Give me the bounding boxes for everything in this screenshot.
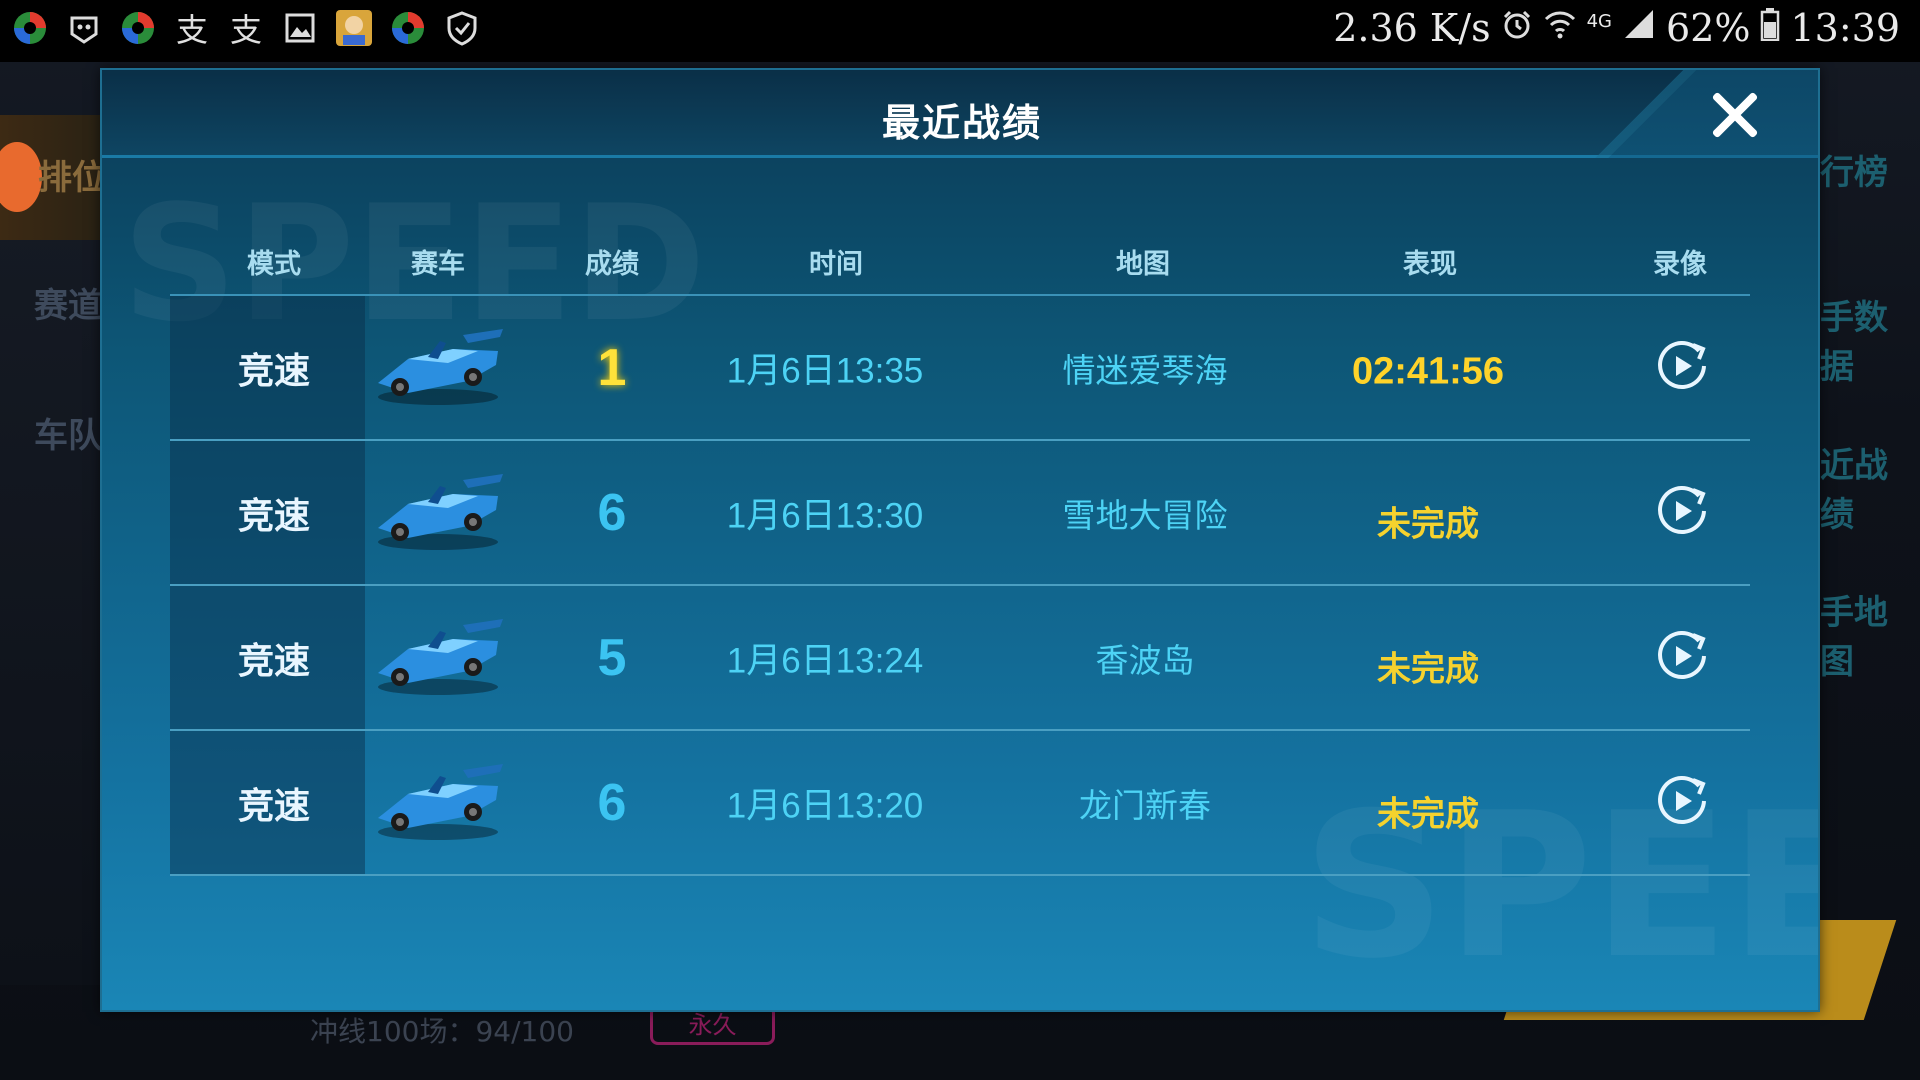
mode-cell: 竞速 — [237, 640, 311, 682]
app-icon — [10, 8, 50, 48]
mode-cell: 竞速 — [237, 495, 311, 537]
app-icon — [118, 8, 158, 48]
rank-cell: 6 — [597, 483, 627, 542]
close-button[interactable] — [1706, 86, 1762, 142]
network-type: 4G — [1586, 10, 1613, 32]
signal-icon — [1622, 6, 1656, 50]
time-cell: 1月6日13:30 — [726, 496, 924, 535]
performance-cell: 未完成 — [1377, 794, 1479, 834]
car-icon — [368, 611, 508, 705]
time-cell: 1月6日13:24 — [726, 641, 924, 680]
alarm-icon — [1501, 6, 1533, 50]
replay-button[interactable] — [1655, 339, 1709, 397]
gallery-icon — [280, 8, 320, 48]
replay-button[interactable] — [1655, 629, 1709, 687]
table-row[interactable]: 竞速 6 1月6日13:20 龙门新春 未完成 — [170, 731, 1750, 876]
app-icon — [388, 8, 428, 48]
background-right-item: 近战绩 — [1820, 446, 1888, 535]
column-header-map: 地图 — [1116, 249, 1170, 280]
car-icon — [368, 321, 508, 415]
notification-icons: 支 支 — [10, 8, 482, 49]
background-right-item: 手数据 — [1820, 298, 1888, 387]
table-row[interactable]: 竞速 6 1月6日13:30 雪地大冒险 未完成 — [170, 441, 1750, 586]
background-sidebar-item: 赛道 — [34, 286, 102, 326]
background-sidebar-item: 车队 — [34, 416, 102, 456]
background-progress-text: 冲线100场：94/100 — [310, 1015, 574, 1048]
network-speed: 2.36 K/s — [1333, 6, 1491, 50]
clock: 13:39 — [1790, 6, 1900, 50]
rank-cell: 6 — [597, 773, 627, 832]
time-cell: 1月6日13:35 — [726, 351, 924, 390]
alipay-icon: 支 — [175, 11, 208, 49]
background-right-item: 行榜 — [1820, 153, 1888, 193]
background-sidebar — [0, 115, 100, 985]
car-icon — [368, 466, 508, 560]
column-header-rank: 成绩 — [585, 249, 639, 280]
time-cell: 1月6日13:20 — [726, 786, 924, 825]
performance-cell: 02:41:56 — [1351, 350, 1505, 392]
results-table: 模式 赛车 成绩 时间 地图 表现 录像 竞速 1 1月6日13:35 情迷爱琴… — [170, 230, 1750, 876]
mode-cell: 竞速 — [237, 785, 311, 827]
background-right-item: 手地图 — [1820, 593, 1888, 682]
map-cell: 雪地大冒险 — [1062, 495, 1228, 535]
alipay-icon: 支 — [229, 11, 262, 49]
table-row[interactable]: 竞速 1 1月6日13:35 情迷爱琴海 02:41:56 — [170, 296, 1750, 441]
table-header: 模式 赛车 成绩 时间 地图 表现 录像 — [170, 230, 1750, 296]
wechat-icon — [64, 8, 104, 48]
recent-results-modal: SPEED SPEED 最近战绩 模式 赛车 成绩 时间 地图 表现 录像 竞速… — [100, 68, 1820, 1012]
table-row[interactable]: 竞速 5 1月6日13:24 香波岛 未完成 — [170, 586, 1750, 731]
column-header-replay: 录像 — [1653, 249, 1707, 280]
rank-cell: 1 — [597, 338, 627, 397]
modal-header: 最近战绩 — [102, 70, 1818, 158]
battery-icon — [1760, 6, 1780, 50]
replay-button[interactable] — [1655, 774, 1709, 832]
battery-percent: 62% — [1666, 6, 1751, 50]
map-cell: 龙门新春 — [1079, 785, 1211, 825]
system-indicators: 2.36 K/s 4G 62% 13:39 — [1333, 6, 1900, 50]
map-cell: 香波岛 — [1095, 640, 1195, 680]
replay-button[interactable] — [1655, 484, 1709, 542]
performance-cell: 未完成 — [1377, 649, 1479, 689]
game-screen: { "status_bar": { "left_icons": ["app-ic… — [0, 0, 1920, 1080]
column-header-time: 时间 — [809, 249, 863, 280]
wifi-icon — [1543, 6, 1577, 50]
column-header-performance: 表现 — [1403, 249, 1457, 280]
background-sidebar-item: 排位 — [38, 158, 106, 198]
column-header-mode: 模式 — [247, 249, 301, 280]
modal-title: 最近战绩 — [881, 101, 1042, 145]
car-icon — [368, 756, 508, 850]
column-header-car: 赛车 — [411, 249, 465, 280]
map-cell: 情迷爱琴海 — [1062, 350, 1228, 390]
shield-icon — [442, 8, 482, 48]
avatar-icon — [334, 8, 374, 48]
rank-cell: 5 — [597, 628, 627, 687]
performance-cell: 未完成 — [1377, 504, 1479, 544]
mode-cell: 竞速 — [237, 350, 311, 392]
status-bar: 支 支 2.36 K/s 4G 62% 13:39 — [0, 0, 1920, 62]
